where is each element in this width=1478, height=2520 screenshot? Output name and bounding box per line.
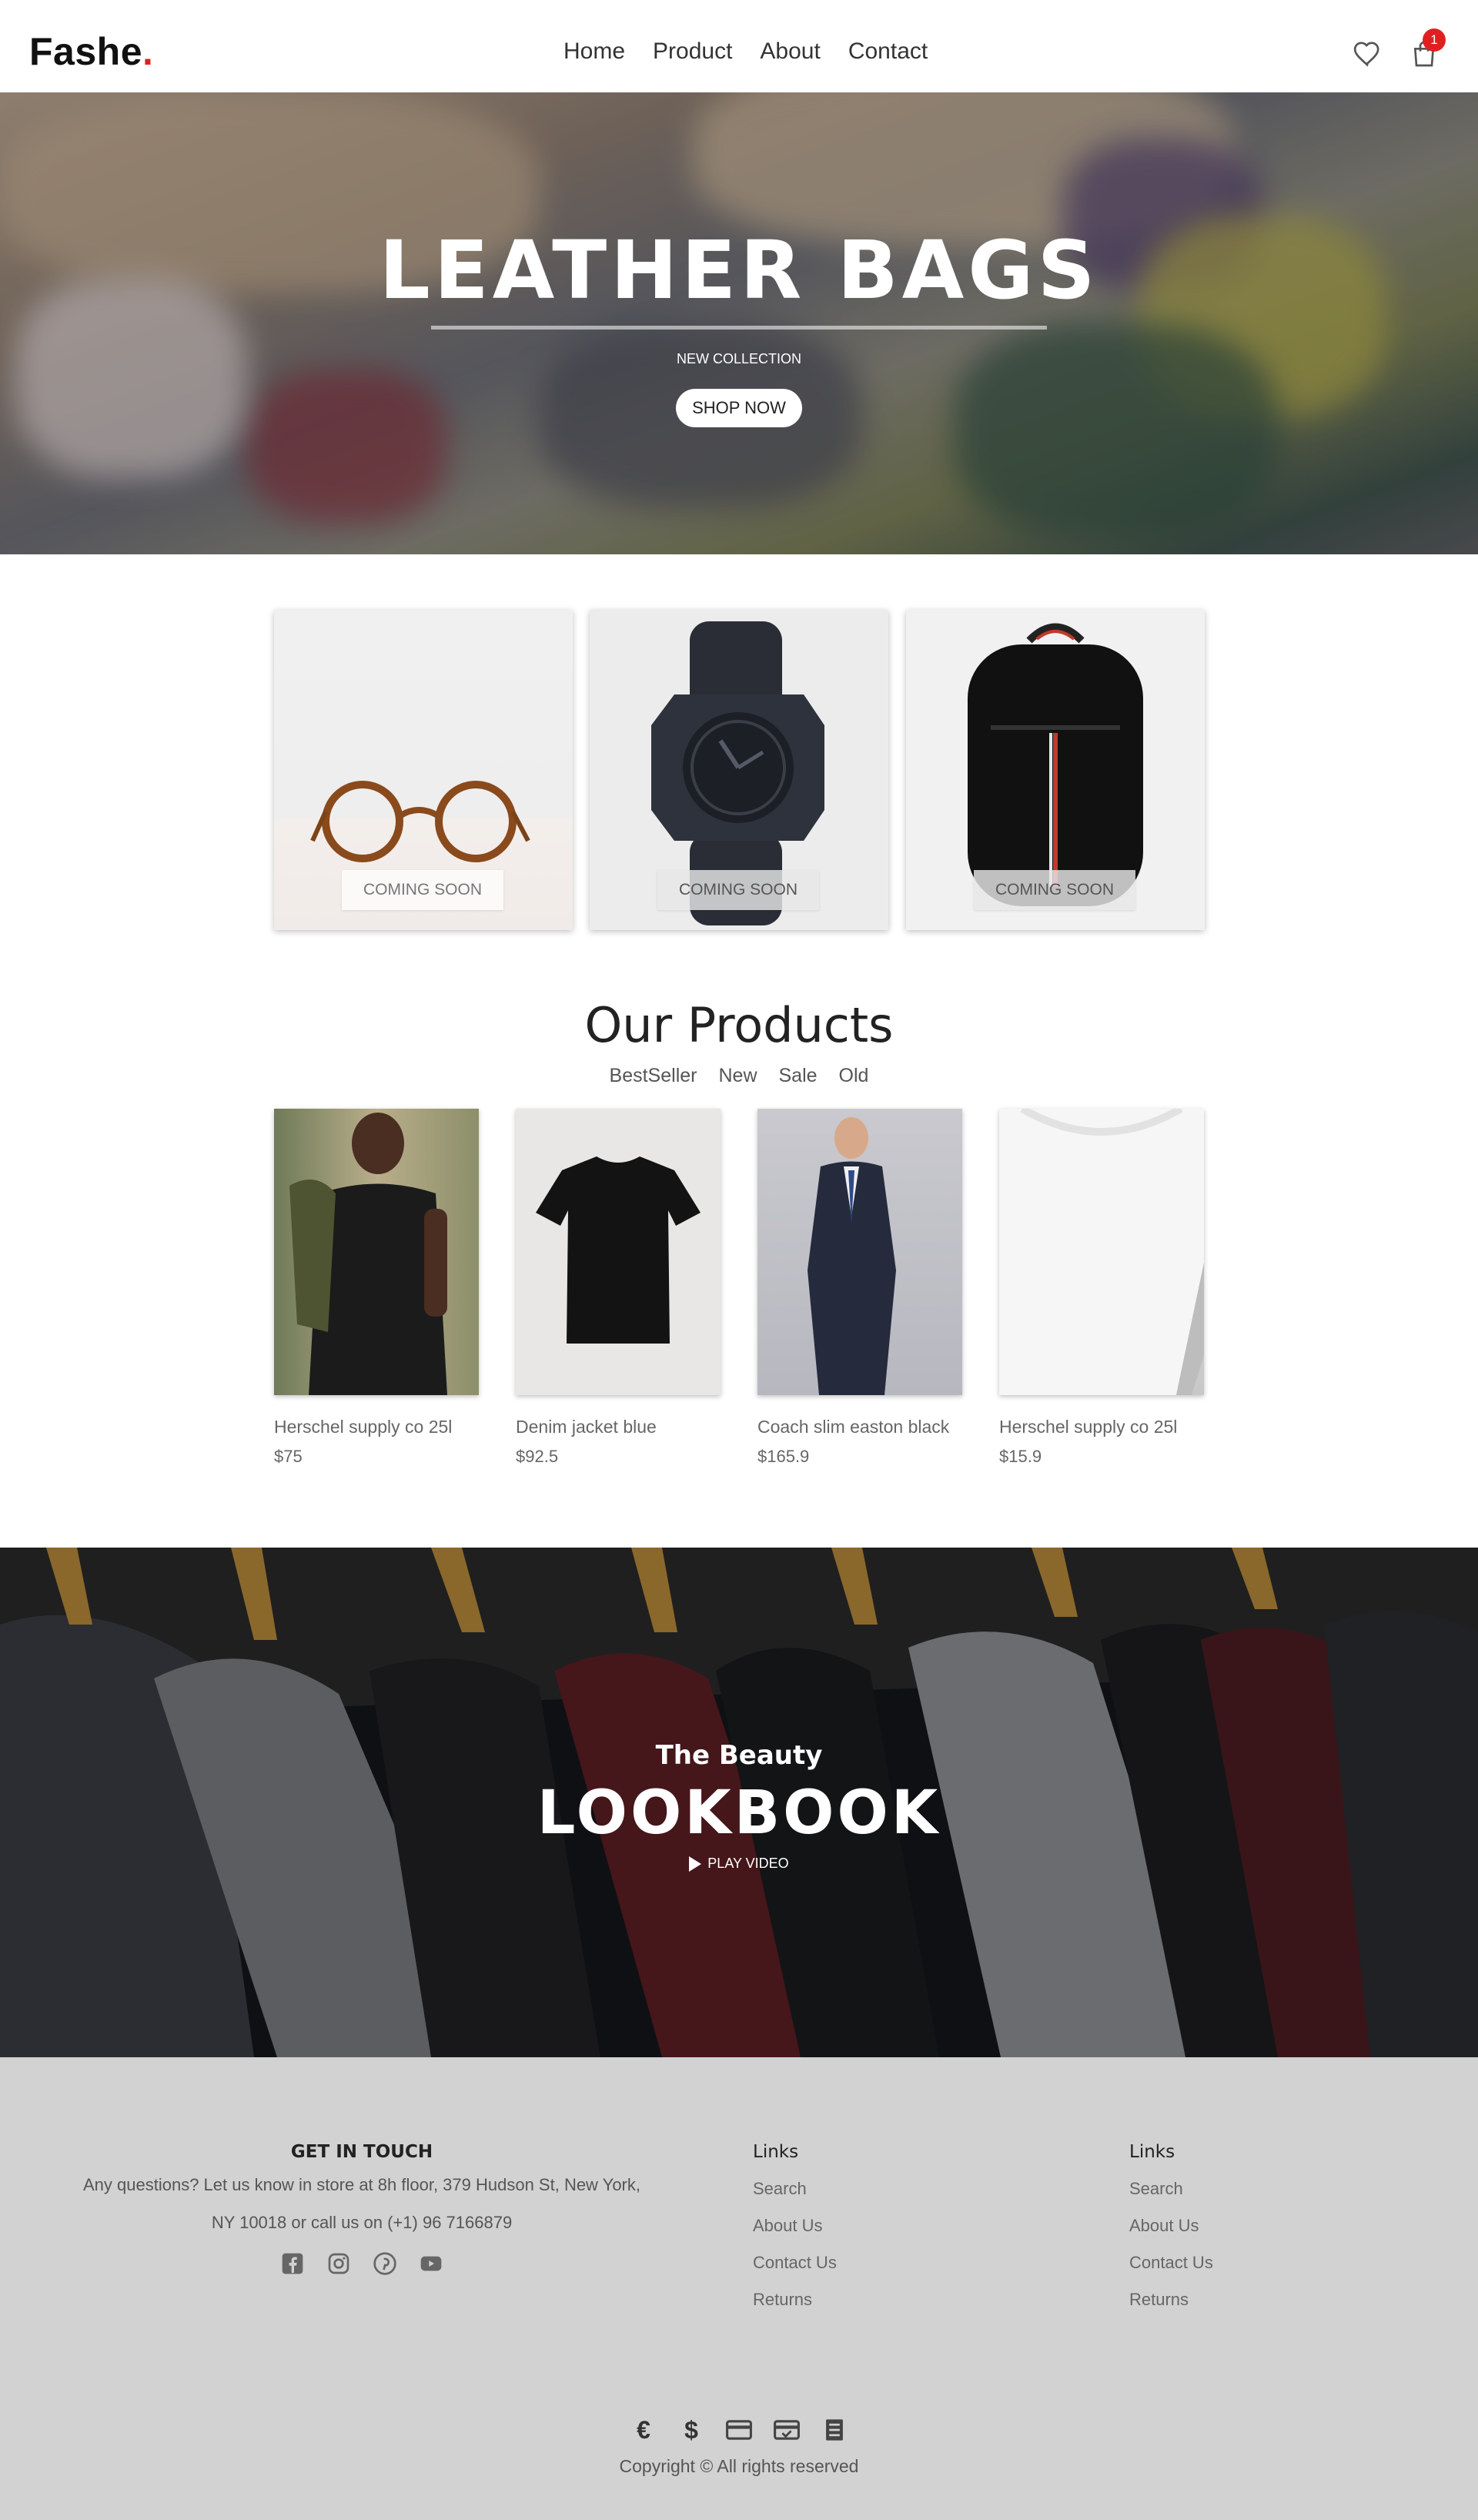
contact-text-line1: Any questions? Let us know in store at 8… <box>83 2175 640 2194</box>
links-column-1: Links Search About Us Contact Us Returns <box>753 2142 984 2310</box>
instagram-icon[interactable] <box>326 2251 351 2276</box>
product-filter-tabs: BestSeller New Sale Old <box>0 1065 1478 1087</box>
feature-card-watch[interactable]: COMING SOON <box>590 610 888 930</box>
footer-link-contact-us[interactable]: Contact Us <box>753 2253 984 2273</box>
cart-count-badge: 1 <box>1423 28 1446 52</box>
coming-soon-label[interactable]: COMING SOON <box>974 870 1135 910</box>
hero-title: LEATHER BAGS <box>379 223 1099 317</box>
social-links <box>31 2251 693 2276</box>
footer-link-returns[interactable]: Returns <box>753 2290 984 2310</box>
product-price: $75 <box>274 1447 303 1466</box>
product-card[interactable]: Herschel supply co 25l $15.9 <box>999 1109 1204 1467</box>
product-image[interactable] <box>757 1109 962 1395</box>
feature-card-glasses[interactable]: COMING SOON <box>274 610 573 930</box>
footer-link-search[interactable]: Search <box>753 2179 984 2199</box>
links-column-2: Links Search About Us Contact Us Returns <box>1129 2142 1360 2310</box>
lookbook-subtitle: The Beauty <box>655 1740 823 1771</box>
product-price: $15.9 <box>999 1447 1042 1466</box>
product-image[interactable] <box>274 1109 479 1395</box>
product-price: $165.9 <box>757 1447 810 1466</box>
product-name[interactable]: Herschel supply co 25l <box>274 1417 479 1437</box>
receipt-icon <box>821 2418 848 2442</box>
footer-link-about-us[interactable]: About Us <box>753 2216 984 2236</box>
copyright-text: Copyright © All rights reserved <box>619 2456 859 2476</box>
dollar-icon: $ <box>684 2415 698 2444</box>
site-footer: GET IN TOUCH Any questions? Let us know … <box>0 2057 1478 2520</box>
hero-subtitle: NEW COLLECTION <box>676 351 802 366</box>
filter-bestseller[interactable]: BestSeller <box>610 1065 697 1087</box>
links-heading: Links <box>1129 2142 1175 2162</box>
links-heading: Links <box>753 2142 799 2162</box>
footer-link-contact-us[interactable]: Contact Us <box>1129 2253 1360 2273</box>
product-card[interactable]: Herschel supply co 25l $75 <box>274 1109 479 1467</box>
product-name[interactable]: Herschel supply co 25l <box>999 1417 1204 1437</box>
product-price: $92.5 <box>516 1447 559 1466</box>
footer-link-returns[interactable]: Returns <box>1129 2290 1360 2310</box>
logo-dot: . <box>142 30 154 73</box>
feature-card-backpack[interactable]: COMING SOON <box>906 610 1205 930</box>
contact-heading: GET IN TOUCH <box>290 2142 433 2162</box>
hero-banner: LEATHER BAGS NEW COLLECTION SHOP NOW <box>0 92 1478 554</box>
site-header: Fashe. Home Product About Contact 1 <box>0 0 1478 92</box>
product-card[interactable]: Denim jacket blue $92.5 <box>516 1109 721 1467</box>
lookbook-title: LOOKBOOK <box>537 1779 941 1848</box>
filter-old[interactable]: Old <box>839 1065 869 1087</box>
contact-column: GET IN TOUCH Any questions? Let us know … <box>31 2142 693 2276</box>
product-image[interactable] <box>999 1109 1204 1395</box>
payment-methods: € $ <box>0 2415 1478 2444</box>
filter-sale[interactable]: Sale <box>779 1065 818 1087</box>
product-name[interactable]: Coach slim easton black <box>757 1417 962 1437</box>
heart-icon[interactable] <box>1352 38 1383 69</box>
products-section-title: Our Products <box>584 997 894 1053</box>
footer-link-about-us[interactable]: About Us <box>1129 2216 1360 2236</box>
product-image[interactable] <box>516 1109 721 1395</box>
pinterest-icon[interactable] <box>373 2251 397 2276</box>
filter-new[interactable]: New <box>718 1065 757 1087</box>
nav-contact[interactable]: Contact <box>848 38 928 65</box>
site-logo[interactable]: Fashe. <box>29 29 153 74</box>
euro-icon: € <box>637 2415 650 2444</box>
play-video-button[interactable]: PLAY VIDEO <box>0 1856 1478 1872</box>
facebook-icon[interactable] <box>280 2251 305 2276</box>
coming-soon-label[interactable]: COMING SOON <box>657 870 819 910</box>
hero-divider <box>431 326 1047 330</box>
footer-link-search[interactable]: Search <box>1129 2179 1360 2199</box>
hero-overlay <box>0 92 1478 554</box>
contact-text-line2: NY 10018 or call us on (+1) 96 7166879 <box>211 2213 513 2232</box>
nav-home[interactable]: Home <box>563 38 625 65</box>
shop-now-button[interactable]: SHOP NOW <box>676 389 802 427</box>
coming-soon-label[interactable]: COMING SOON <box>342 870 503 910</box>
card-check-icon <box>773 2418 801 2442</box>
main-nav: Home Product About Contact <box>563 38 928 65</box>
youtube-icon[interactable] <box>419 2251 443 2276</box>
play-video-label: PLAY VIDEO <box>707 1856 789 1871</box>
credit-card-icon <box>725 2418 753 2442</box>
nav-product[interactable]: Product <box>653 38 732 65</box>
nav-about[interactable]: About <box>760 38 820 65</box>
product-card[interactable]: Coach slim easton black $165.9 <box>757 1109 962 1467</box>
logo-text: Fashe <box>29 30 143 73</box>
lookbook-banner: The Beauty LOOKBOOK PLAY VIDEO <box>0 1548 1478 2057</box>
product-name[interactable]: Denim jacket blue <box>516 1417 721 1437</box>
play-icon <box>689 1856 702 1872</box>
